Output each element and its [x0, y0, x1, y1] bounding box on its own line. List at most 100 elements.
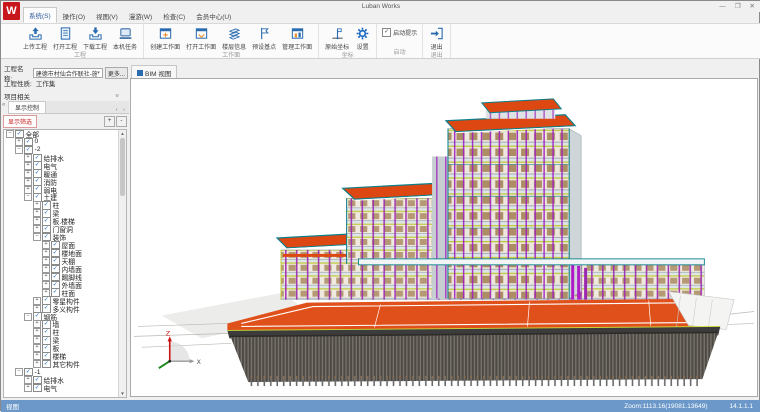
upload-project-button[interactable]: 上传工程	[20, 25, 50, 52]
collapse-all-button[interactable]: -	[116, 116, 127, 127]
more-button[interactable]: 更多...	[105, 67, 128, 79]
tree-item[interactable]: −✓全部	[4, 130, 120, 138]
checkbox-checked[interactable]: ✓	[33, 384, 42, 393]
download-project-button[interactable]: 下载工程	[80, 25, 110, 52]
expand-icon[interactable]: +	[33, 217, 41, 225]
tree-item[interactable]: +✓消防	[4, 178, 120, 186]
exit-button[interactable]: 退出	[426, 25, 447, 52]
tree-item[interactable]: +✓墙	[4, 321, 120, 329]
project-related-header[interactable]: 项目相关	[4, 91, 30, 101]
expand-icon[interactable]: +	[24, 170, 32, 178]
tree-item[interactable]: +✓给排水	[4, 154, 120, 162]
project-name-dropdown[interactable]: 建德市村仙合作联社-施工模型 ▾	[33, 68, 103, 78]
ribbon-group-project: 上传工程 打开工程 下载工程 本机任务 工程	[17, 24, 144, 58]
menu-member-center[interactable]: 会员中心(U)	[191, 9, 236, 23]
expand-icon[interactable]: +	[24, 162, 32, 170]
origin-coordinates-button[interactable]: 原始坐标	[322, 25, 352, 52]
expand-icon[interactable]: +	[33, 336, 41, 344]
tree-item[interactable]: −✓钢筋	[4, 313, 120, 321]
close-button[interactable]: ✕	[750, 1, 755, 12]
expand-icon[interactable]: +	[33, 201, 41, 209]
expand-icon[interactable]: +	[33, 297, 41, 305]
expand-icon[interactable]: +	[33, 360, 41, 368]
checkbox-checked[interactable]: ✓	[382, 28, 391, 37]
expand-icon[interactable]: +	[33, 344, 41, 352]
expand-icon[interactable]: +	[24, 186, 32, 194]
display-filter-button[interactable]: 显示筛选	[3, 115, 37, 128]
expand-icon[interactable]: +	[33, 209, 41, 217]
tab-scroll-arrows[interactable]: ‹ ›	[116, 107, 129, 113]
menu-view[interactable]: 视图(V)	[91, 9, 123, 23]
menu-check[interactable]: 检查(C)	[158, 9, 190, 23]
tree-item[interactable]: −✓土建	[4, 194, 120, 202]
expand-icon[interactable]: +	[24, 384, 32, 392]
tree-item-label: -1	[35, 369, 41, 376]
expand-icon[interactable]: +	[24, 154, 32, 162]
ribbon-group-workset: 创建工作面 打开工作面 楼层信息 预设基点 管理工作面 工作面	[144, 24, 319, 58]
tree-item[interactable]: +✓多义构件	[4, 305, 120, 313]
expand-icon[interactable]: +	[42, 257, 50, 265]
expand-icon[interactable]: +	[42, 281, 50, 289]
create-workset-button[interactable]: 创建工作面	[147, 25, 183, 52]
menu-operate[interactable]: 操作(O)	[58, 9, 90, 23]
expand-icon[interactable]: +	[24, 178, 32, 186]
open-project-button[interactable]: 打开工程	[50, 25, 80, 52]
tree-item[interactable]: +✓其它构件	[4, 360, 120, 368]
tree-item[interactable]: +✓电气	[4, 162, 120, 170]
expand-icon[interactable]: +	[42, 265, 50, 273]
tree-item[interactable]: +✓弱电	[4, 186, 120, 194]
open-project-icon	[58, 26, 73, 41]
menu-roam[interactable]: 漫游(W)	[124, 9, 157, 23]
expand-icon[interactable]: +	[42, 249, 50, 257]
expand-icon[interactable]: +	[33, 320, 41, 328]
scroll-down-icon[interactable]: ▼	[119, 390, 126, 397]
tree-item[interactable]: +✓柱	[4, 201, 120, 209]
expand-icon[interactable]: +	[33, 225, 41, 233]
expand-icon[interactable]: +	[15, 138, 23, 146]
startup-tip-checkbox-row[interactable]: ✓ 启动提示	[382, 28, 417, 37]
collapse-icon[interactable]: −	[24, 313, 32, 321]
scrollbar-thumb[interactable]	[120, 138, 125, 196]
tree-item[interactable]: +✓0	[4, 138, 120, 146]
settings-button[interactable]: 设置	[352, 25, 373, 52]
expand-icon[interactable]: +	[42, 241, 50, 249]
button-label: 本机任务	[113, 42, 137, 51]
collapse-icon[interactable]: −	[24, 193, 32, 201]
manage-workset-button[interactable]: 管理工作面	[279, 25, 315, 52]
tab-display-control[interactable]: 显示控制	[8, 101, 46, 113]
open-workset-button[interactable]: 打开工作面	[183, 25, 219, 52]
tree-item[interactable]: +✓梁	[4, 336, 120, 344]
collapse-icon[interactable]: −	[6, 130, 14, 138]
minimize-button[interactable]: —	[719, 1, 726, 12]
chevron-down-icon[interactable]: ˅	[115, 93, 119, 100]
tab-bim-view[interactable]: BIM 视图	[131, 65, 177, 79]
chevron-down-icon: ▾	[97, 70, 100, 76]
tree-item[interactable]: +✓柱	[4, 328, 120, 336]
scroll-up-icon[interactable]: ▲	[119, 130, 126, 137]
floor-info-button[interactable]: 楼层信息	[219, 25, 249, 52]
tree-item[interactable]: +✓电气	[4, 384, 120, 392]
collapse-icon[interactable]: −	[33, 233, 41, 241]
panel-collapse-handle[interactable]: «	[2, 102, 5, 108]
ribbon-group-label: 退出	[426, 52, 447, 61]
ribbon-group-coordinates: 原始坐标 设置 坐标	[319, 24, 377, 58]
expand-icon[interactable]: +	[33, 328, 41, 336]
checkbox-checked[interactable]: ✓	[42, 360, 51, 369]
tree-item[interactable]: +✓暖通	[4, 170, 120, 178]
bim-3d-viewport[interactable]: Z X	[130, 78, 758, 397]
menu-bar: 系统(S) 操作(O) 视图(V) 漫游(W) 检查(C) 会员中心(U)	[23, 11, 237, 23]
expand-all-button[interactable]: +	[104, 116, 115, 127]
expand-icon[interactable]: +	[24, 376, 32, 384]
preset-basepoint-button[interactable]: 预设基点	[249, 25, 279, 52]
expand-icon[interactable]: +	[42, 273, 50, 281]
axis-z-label: Z	[166, 329, 171, 337]
tree-scrollbar[interactable]: ▲ ▼	[118, 130, 126, 397]
menu-system[interactable]: 系统(S)	[23, 7, 57, 23]
maximize-button[interactable]: ❐	[735, 1, 741, 12]
local-tasks-button[interactable]: 本机任务	[110, 25, 140, 52]
expand-icon[interactable]: +	[33, 352, 41, 360]
collapse-icon[interactable]: −	[15, 146, 23, 154]
origin-icon	[330, 26, 345, 41]
tree-item[interactable]: +✓给排水	[4, 376, 120, 384]
collapse-icon[interactable]: −	[15, 368, 23, 376]
